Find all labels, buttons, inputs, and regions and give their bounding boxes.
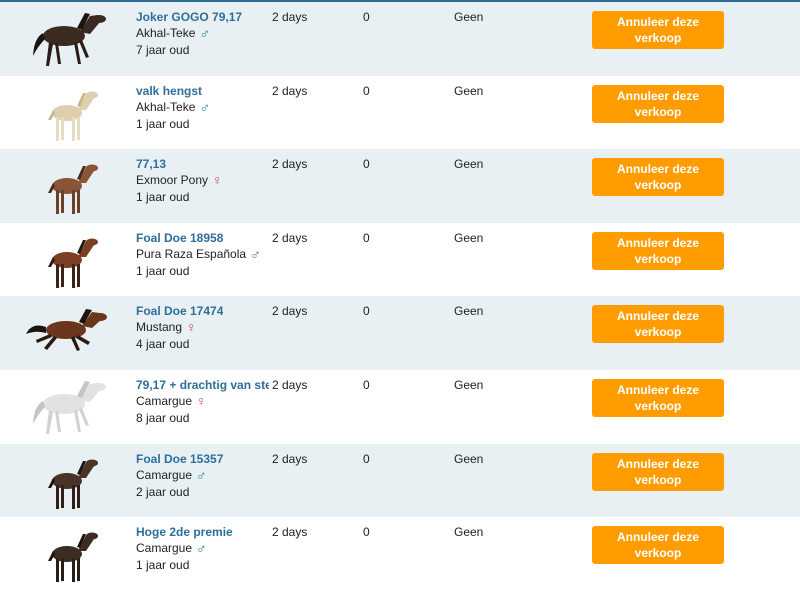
female-icon: ♀ xyxy=(212,172,223,189)
highest-bidder: Geen xyxy=(454,304,484,319)
female-icon: ♀ xyxy=(186,319,197,336)
bid-count: 0 xyxy=(363,10,370,24)
bid-count: 0 xyxy=(363,525,370,540)
horse-age: 1 jaar oud xyxy=(136,190,190,205)
horse-breed: Akhal-Teke ♂ xyxy=(136,100,210,114)
male-icon: ♂ xyxy=(199,98,210,115)
horse-name-link[interactable]: 79,17 + drachtig van ster xyxy=(136,378,269,392)
horse-name-link[interactable]: valk hengst xyxy=(136,84,202,98)
horse-age: 4 jaar oud xyxy=(136,337,190,352)
horse-breed: Akhal-Teke ♂ xyxy=(136,26,210,40)
horse-breed-label: Exmoor Pony xyxy=(136,173,209,188)
highest-bidder: Geen xyxy=(454,377,484,392)
bid-count: 0 xyxy=(363,451,370,466)
cancel-sale-button[interactable]: Annuleer deze verkoop xyxy=(592,84,724,123)
horse-image[interactable] xyxy=(22,153,112,219)
horse-image[interactable] xyxy=(22,300,112,366)
horse-breed: Exmoor Pony ♀ xyxy=(136,173,223,187)
horse-image[interactable] xyxy=(22,227,112,293)
time-remaining: 2 days xyxy=(272,230,308,245)
horse-age: 2 jaar oud xyxy=(136,484,190,499)
horse-breed-label: Akhal-Teke xyxy=(136,99,196,114)
cancel-sale-button[interactable]: Annuleer deze verkoop xyxy=(592,158,724,197)
horse-breed: Camargue ♂ xyxy=(136,541,207,555)
time-remaining: 2 days xyxy=(272,451,308,466)
sale-row: Joker GOGO 79,17 Akhal-Teke ♂ 7 jaar oud… xyxy=(0,2,800,76)
horse-age: 8 jaar oud xyxy=(136,410,190,425)
male-icon: ♂ xyxy=(250,245,261,262)
horse-name-link[interactable]: Hoge 2de premie xyxy=(136,525,233,539)
time-remaining: 2 days xyxy=(272,377,308,392)
male-icon: ♂ xyxy=(199,25,210,41)
time-remaining: 2 days xyxy=(272,157,308,172)
horse-breed-label: Camargue xyxy=(136,467,193,482)
bid-count: 0 xyxy=(363,83,370,98)
sale-row: Hoge 2de premie Camargue ♂ 1 jaar oud 2 … xyxy=(0,517,800,591)
bid-count: 0 xyxy=(363,377,370,392)
horse-name-link[interactable]: Foal Doe 15357 xyxy=(136,452,223,466)
horse-age: 1 jaar oud xyxy=(136,116,190,131)
horse-breed: Camargue ♂ xyxy=(136,468,207,482)
time-remaining: 2 days xyxy=(272,304,308,319)
sale-row: 79,17 + drachtig van ster Camargue ♀ 8 j… xyxy=(0,370,800,444)
highest-bidder: Geen xyxy=(454,10,484,24)
highest-bidder: Geen xyxy=(454,451,484,466)
horse-name-link[interactable]: Foal Doe 18958 xyxy=(136,231,223,245)
horse-age: 7 jaar oud xyxy=(136,43,190,57)
horse-image[interactable] xyxy=(22,6,112,72)
sale-row: valk hengst Akhal-Teke ♂ 1 jaar oud 2 da… xyxy=(0,76,800,150)
sale-row: 77,13 Exmoor Pony ♀ 1 jaar oud 2 days 0 … xyxy=(0,149,800,223)
horse-breed-label: Akhal-Teke xyxy=(136,26,196,40)
horse-image[interactable] xyxy=(22,448,112,514)
horse-breed: Camargue ♀ xyxy=(136,394,207,408)
horse-age: 1 jaar oud xyxy=(136,263,190,278)
horse-age: 1 jaar oud xyxy=(136,558,190,573)
cancel-sale-button[interactable]: Annuleer deze verkoop xyxy=(592,452,724,491)
horse-breed-label: Pura Raza Española xyxy=(136,246,247,261)
female-icon: ♀ xyxy=(196,392,207,409)
horse-breed-label: Mustang xyxy=(136,320,183,335)
male-icon: ♂ xyxy=(196,540,207,557)
sale-row: Foal Doe 18958 Pura Raza Española ♂ 1 ja… xyxy=(0,223,800,297)
cancel-sale-button[interactable]: Annuleer deze verkoop xyxy=(592,378,724,417)
highest-bidder: Geen xyxy=(454,83,484,98)
sale-row: Foal Doe 17474 Mustang ♀ 4 jaar oud 2 da… xyxy=(0,296,800,370)
horse-breed-label: Camargue xyxy=(136,541,193,556)
bid-count: 0 xyxy=(363,157,370,172)
highest-bidder: Geen xyxy=(454,525,484,540)
bid-count: 0 xyxy=(363,304,370,319)
time-remaining: 2 days xyxy=(272,83,308,98)
time-remaining: 2 days xyxy=(272,10,308,24)
sales-table: Joker GOGO 79,17 Akhal-Teke ♂ 7 jaar oud… xyxy=(0,2,800,591)
time-remaining: 2 days xyxy=(272,525,308,540)
sale-row: Foal Doe 15357 Camargue ♂ 2 jaar oud 2 d… xyxy=(0,443,800,518)
cancel-sale-button[interactable]: Annuleer deze verkoop xyxy=(592,526,724,565)
highest-bidder: Geen xyxy=(454,230,484,245)
horse-breed-label: Camargue xyxy=(136,393,193,408)
horse-image[interactable] xyxy=(22,80,112,146)
horse-name-link[interactable]: Foal Doe 17474 xyxy=(136,304,223,318)
highest-bidder: Geen xyxy=(454,157,484,172)
horse-image[interactable] xyxy=(22,374,112,440)
cancel-sale-button[interactable]: Annuleer deze verkoop xyxy=(592,231,724,270)
male-icon: ♂ xyxy=(196,466,207,483)
cancel-sale-button[interactable]: Annuleer deze verkoop xyxy=(592,11,724,49)
bid-count: 0 xyxy=(363,230,370,245)
horse-name-link[interactable]: 77,13 xyxy=(136,157,166,171)
horse-breed: Mustang ♀ xyxy=(136,320,197,334)
horse-name-link[interactable]: Joker GOGO 79,17 xyxy=(136,10,242,24)
cancel-sale-button[interactable]: Annuleer deze verkoop xyxy=(592,305,724,344)
horse-breed: Pura Raza Española ♂ xyxy=(136,247,261,261)
horse-image[interactable] xyxy=(22,521,112,587)
